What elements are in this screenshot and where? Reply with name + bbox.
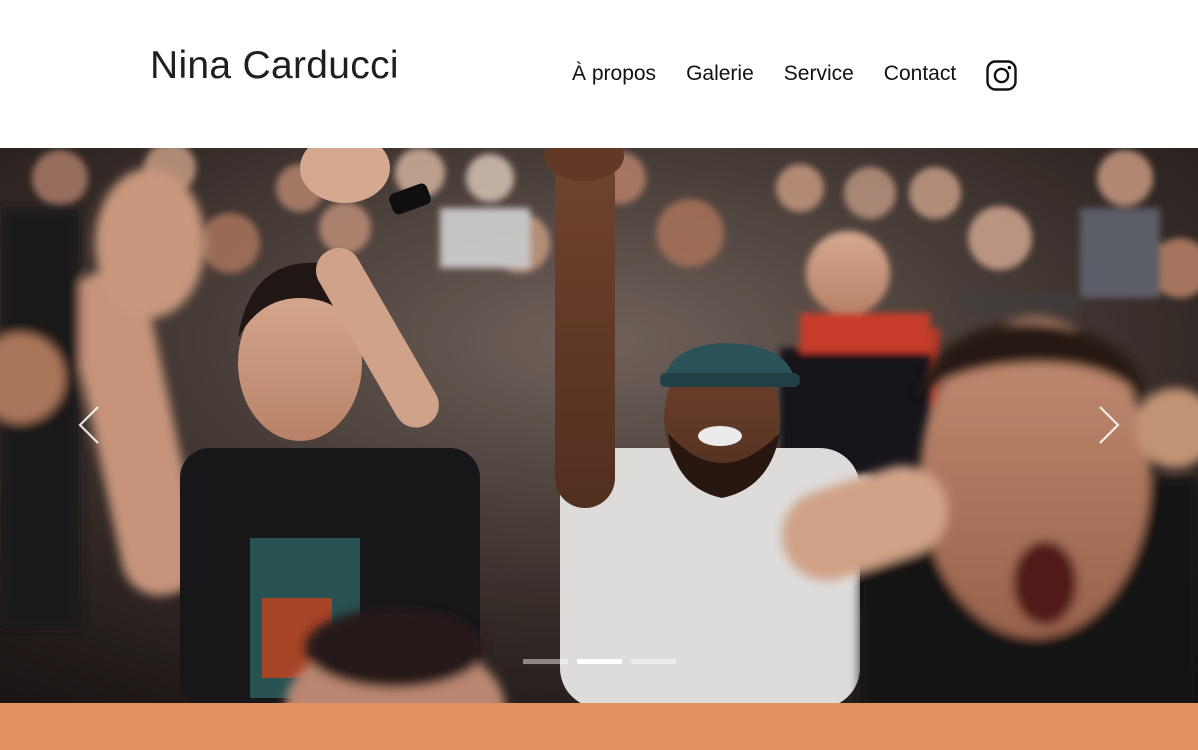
accent-band [0,703,1198,750]
carousel-indicators [523,659,685,664]
instagram-icon [986,60,1017,91]
carousel-prev-icon[interactable] [74,403,104,447]
brand-title[interactable]: Nina Carducci [150,44,399,88]
site-header: Nina Carducci À propos Galerie Service C… [0,0,1198,148]
carousel-indicator-3[interactable] [631,659,676,664]
carousel-indicator-1[interactable] [523,659,568,664]
nav-link-contact[interactable]: Contact [884,60,956,88]
hero-carousel [0,148,1198,703]
carousel-indicator-2[interactable] [577,659,622,664]
nav-link-about[interactable]: À propos [572,60,656,88]
instagram-link[interactable] [986,60,1017,91]
carousel-next-icon[interactable] [1094,403,1124,447]
page: Nina Carducci À propos Galerie Service C… [0,0,1198,750]
nav-link-gallery[interactable]: Galerie [686,60,754,88]
crowd-photo [0,148,1198,703]
main-nav: À propos Galerie Service Contact [572,58,1047,91]
nav-link-service[interactable]: Service [784,60,854,88]
